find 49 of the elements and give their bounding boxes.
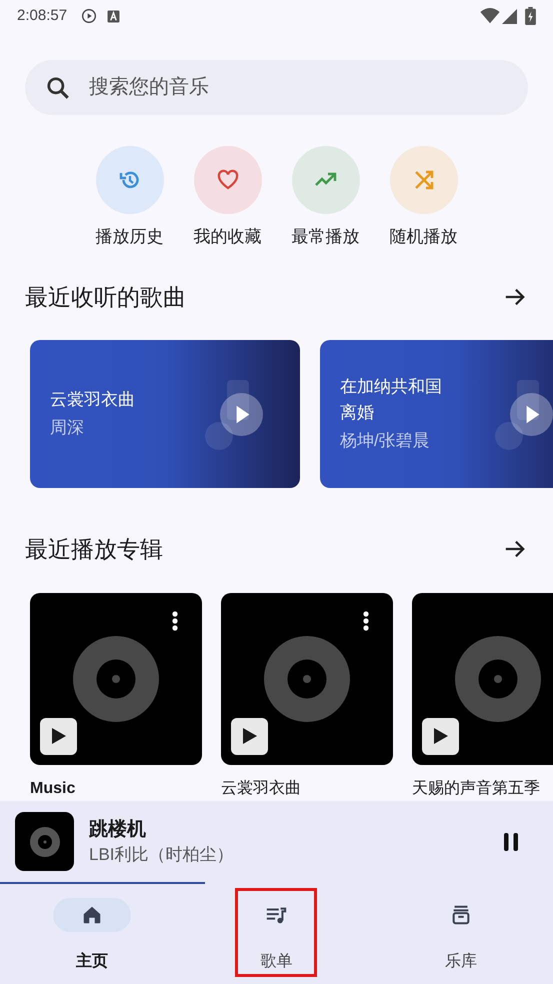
play-icon	[50, 727, 66, 745]
song-artist: 杨坤/张碧晨	[340, 430, 431, 452]
vinyl-disc-icon	[30, 826, 60, 856]
vinyl-disc-icon	[264, 636, 350, 722]
section-title: 最近播放专辑	[25, 535, 163, 564]
signal-icon	[502, 8, 517, 24]
album-cover[interactable]	[30, 592, 202, 764]
battery-icon	[525, 7, 536, 25]
play-button[interactable]	[40, 718, 77, 754]
vinyl-disc-icon	[455, 636, 541, 722]
quick-action-label: 随机播放	[390, 226, 458, 248]
album-cover[interactable]	[221, 592, 393, 764]
album-cover[interactable]	[412, 592, 553, 764]
song-card[interactable]: 在加纳共和国离婚 杨坤/张碧晨	[320, 340, 553, 488]
archive-box-icon	[450, 904, 472, 926]
album-title: Music	[30, 778, 76, 798]
search-icon	[45, 75, 71, 101]
play-button-icon[interactable]	[220, 393, 263, 436]
play-button[interactable]	[231, 718, 268, 754]
more-vertical-icon[interactable]	[172, 610, 178, 630]
status-time: 2:08:57	[17, 6, 68, 26]
pause-icon[interactable]	[504, 832, 518, 850]
album-title: 天赐的声音第五季	[412, 778, 541, 798]
play-button-icon[interactable]	[510, 393, 553, 436]
wifi-icon	[480, 8, 500, 24]
song-title: 云裳羽衣曲	[50, 389, 135, 411]
quick-action-label: 最常播放	[292, 226, 360, 248]
nav-tab[interactable]: 乐库	[406, 884, 516, 984]
nav-tab[interactable]: 歌单	[221, 884, 332, 984]
more-vertical-icon[interactable]	[363, 610, 369, 630]
quick-action-label: 播放历史	[96, 226, 164, 248]
now-playing-artist: LBI利比（时柏尘）	[89, 844, 235, 866]
album-title: 云裳羽衣曲	[221, 778, 302, 798]
keyboard-a-icon	[107, 10, 120, 22]
song-title: 在加纳共和国离婚	[340, 376, 443, 424]
album-thumbnail[interactable]	[15, 812, 74, 871]
play-button[interactable]	[422, 718, 459, 754]
now-playing-title: 跳楼机	[89, 818, 147, 842]
section-title: 最近收听的歌曲	[25, 282, 186, 312]
song-card[interactable]: 云裳羽衣曲 周深	[30, 340, 300, 488]
heart-icon	[216, 168, 240, 192]
quick-action-label: 我的收藏	[194, 226, 262, 248]
play-circle-icon	[81, 8, 98, 24]
song-artist: 周深	[50, 417, 85, 439]
search-field[interactable]: 搜索您的音乐	[25, 60, 528, 115]
nav-tab[interactable]: 主页	[37, 884, 148, 984]
play-icon	[242, 727, 258, 745]
vinyl-disc-icon	[73, 636, 159, 722]
play-icon	[432, 727, 448, 745]
